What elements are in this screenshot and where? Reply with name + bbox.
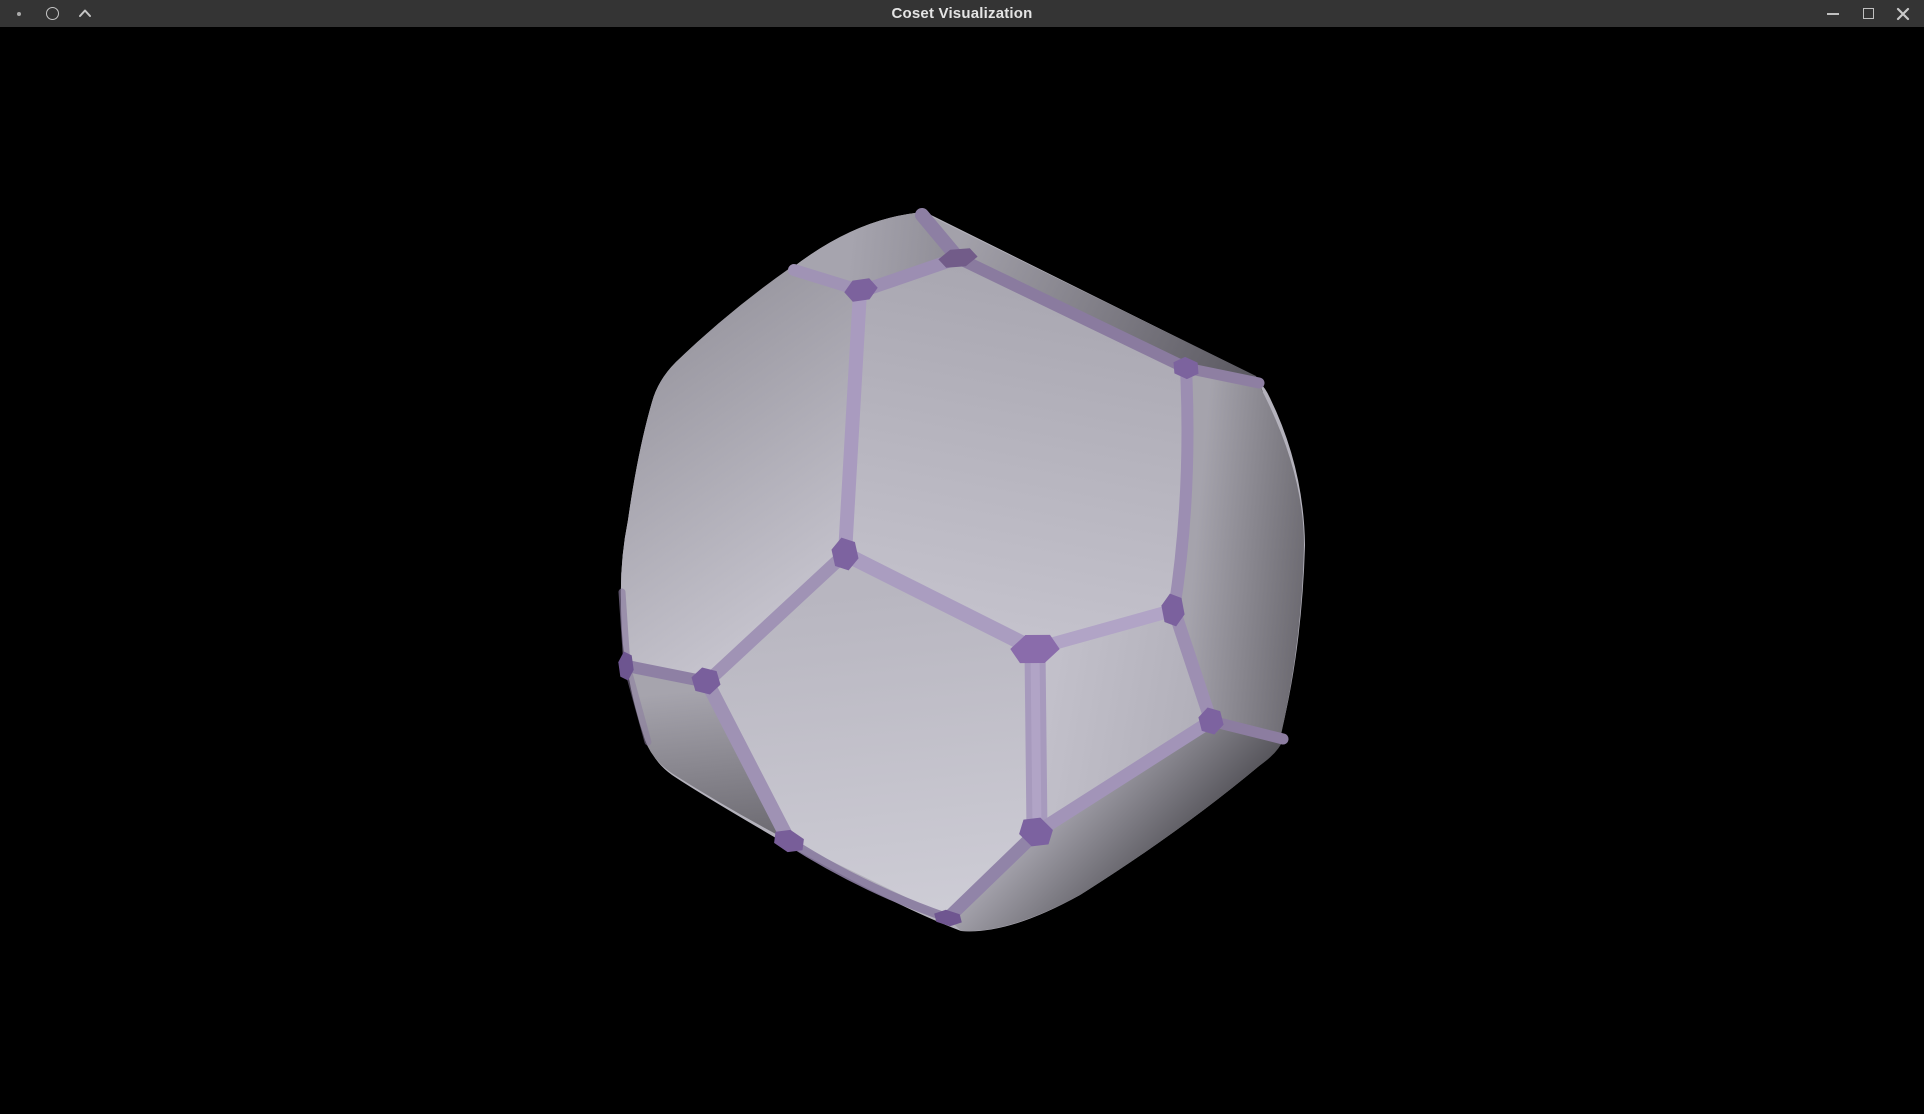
maximize-button[interactable]	[1860, 6, 1876, 22]
minimize-icon	[1827, 13, 1839, 15]
close-icon	[1895, 6, 1911, 22]
titlebar[interactable]: Coset Visualization	[0, 0, 1924, 27]
minimize-button[interactable]	[1825, 6, 1841, 22]
app-window: Coset Visualization	[0, 0, 1924, 1114]
viewport-3d[interactable]	[0, 0, 1924, 1114]
maximize-icon	[1863, 8, 1874, 19]
window-title: Coset Visualization	[0, 0, 1924, 27]
edge-e-f-highlight	[1035, 652, 1037, 829]
close-button[interactable]	[1895, 6, 1911, 22]
titlebar-right-controls	[1825, 0, 1924, 27]
